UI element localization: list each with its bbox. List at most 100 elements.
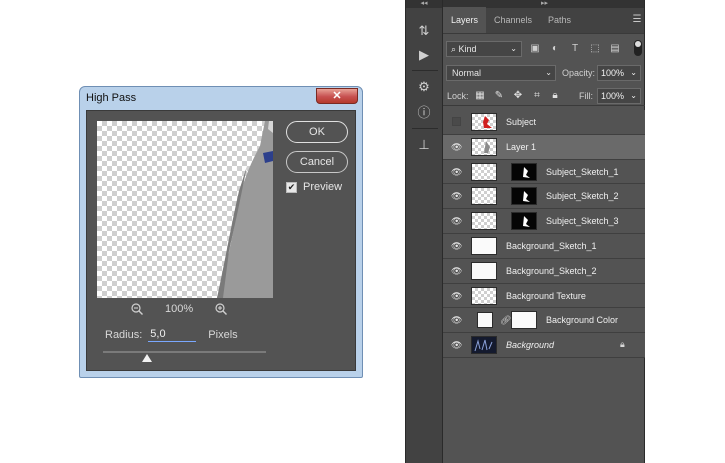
lock-artboard-icon[interactable]: ⌗ (531, 90, 543, 102)
eye-icon[interactable]: 👁︎ (451, 191, 462, 201)
adjustments-icon[interactable]: ⚙ (415, 78, 433, 96)
filter-preview[interactable] (97, 121, 273, 298)
fill-label: Fill: (579, 91, 593, 101)
layer-mask-thumbnail (511, 162, 537, 181)
layer-row[interactable]: 👁︎ Background_Sketch_2 (443, 258, 645, 284)
chevron-down-icon: ⌄ (630, 91, 637, 100)
layer-row[interactable]: 👁︎ Subject_Sketch_2 (443, 184, 645, 210)
radius-slider-thumb[interactable] (142, 354, 152, 362)
dialog-body: OK Cancel ✔ Preview 100% Radius: 5,0 Pix… (86, 110, 356, 371)
link-icon: 🔗︎ (500, 315, 512, 326)
layer-name: Background_Sketch_1 (506, 240, 597, 251)
layer-row[interactable]: 👁︎ Subject_Sketch_3 (443, 209, 645, 234)
layer-name: Layer 1 (506, 141, 537, 152)
image-filter-icon[interactable]: ▣ (529, 43, 541, 55)
lock-pixels-icon[interactable]: ✎ (493, 90, 505, 102)
eye-icon[interactable]: 👁︎ (451, 142, 462, 152)
background-thumbnail-image (474, 339, 493, 352)
preview-image (217, 121, 273, 298)
eye-icon[interactable]: 👁︎ (451, 266, 462, 276)
radius-slider-track[interactable] (103, 351, 266, 353)
smart-object-filter-icon[interactable]: ▤ (609, 43, 621, 55)
layer-row[interactable]: 👁︎ Background_Sketch_1 (443, 233, 645, 259)
visibility-toggle[interactable] (452, 117, 461, 126)
layer-name: Background Color (546, 315, 619, 326)
play-icon[interactable]: ▶ (415, 46, 433, 64)
panel-tabs: Layers Channels Paths ☰ (443, 7, 644, 34)
tab-layers[interactable]: Layers (443, 7, 487, 33)
eye-icon[interactable]: 👁︎ (451, 241, 462, 251)
preview-checkbox[interactable]: ✔ Preview (286, 181, 342, 193)
filter-kind-value: Kind (458, 44, 477, 54)
eye-icon[interactable]: 👁︎ (451, 167, 462, 177)
lock-transparency-icon[interactable]: ▦ (474, 90, 486, 102)
layer-name: Subject_Sketch_3 (546, 216, 619, 227)
close-button[interactable]: ✕ (316, 88, 358, 104)
lock-label: Lock: (447, 91, 469, 101)
filter-row: ⌕ Kind ⌄ ▣ ◐ T ⬚ ▤ (443, 39, 645, 59)
layer1-thumbnail-image (484, 140, 490, 153)
chevron-down-icon: ⌄ (630, 68, 637, 77)
ok-button[interactable]: OK (286, 121, 348, 143)
tab-channels[interactable]: Channels (486, 7, 540, 33)
preview-label: Preview (303, 181, 343, 193)
layer-thumbnail (471, 162, 497, 181)
eye-icon[interactable]: 👁︎ (451, 340, 462, 350)
layer-name: Subject (506, 117, 537, 127)
cancel-button[interactable]: Cancel (286, 151, 348, 173)
radius-input[interactable] (148, 327, 197, 342)
eye-icon[interactable]: 👁︎ (451, 291, 462, 301)
panel-menu-icon[interactable]: ☰ (630, 7, 644, 33)
layer-row[interactable]: 👁︎ 🔗︎ Background Color (443, 308, 645, 334)
layer-row[interactable]: 👁︎ Background Texture (443, 283, 645, 309)
high-pass-dialog: High Pass ✕ OK Cancel ✔ Preview 100% Rad… (79, 86, 363, 378)
lock-position-icon[interactable]: ✥ (512, 90, 524, 102)
chevron-down-icon: ⌄ (545, 68, 552, 77)
tab-paths[interactable]: Paths (540, 7, 579, 33)
layers-panel: ▸▸ Layers Channels Paths ☰ ⌕ Kind ⌄ ▣ ◐ … (443, 0, 645, 463)
lock-all-icon[interactable]: 🔒︎ (549, 90, 561, 102)
radius-row: Radius: Pixels (105, 327, 238, 342)
dialog-title: High Pass (86, 92, 137, 104)
filter-kind-select[interactable]: ⌕ Kind ⌄ (446, 41, 522, 57)
fill-field[interactable]: 100% ⌄ (597, 88, 641, 104)
filter-toggle[interactable] (634, 40, 642, 56)
blend-mode-select[interactable]: Normal ⌄ (446, 65, 556, 81)
eye-icon[interactable]: 👁︎ (451, 315, 462, 325)
layer-name: Subject_Sketch_2 (546, 191, 619, 202)
lock-icon: 🔒︎ (620, 339, 625, 350)
layer-row[interactable]: 👁︎ Background 🔒︎ (443, 333, 645, 358)
clone-source-icon[interactable]: ⊥ (415, 136, 433, 154)
radius-unit: Pixels (208, 328, 238, 341)
layer-list: Subject 👁︎ Layer 1 👁︎ Subject_Sketch_1 👁… (443, 110, 645, 358)
blend-mode-value: Normal (452, 68, 482, 78)
layer-thumbnail (471, 286, 497, 305)
page: High Pass ✕ OK Cancel ✔ Preview 100% Rad… (0, 0, 725, 463)
collapse-icon[interactable]: ◂◂ (406, 0, 442, 8)
layer-thumbnail (471, 336, 497, 355)
radius-label: Radius: (105, 328, 143, 341)
shape-filter-icon[interactable]: ⬚ (589, 43, 601, 55)
fill-layer-thumbnail (477, 312, 493, 329)
history-brush-icon[interactable]: ⇅ (415, 22, 433, 40)
eye-icon[interactable]: 👁︎ (451, 216, 462, 226)
opacity-value: 100% (601, 68, 625, 78)
adjustment-filter-icon[interactable]: ◐ (549, 43, 561, 55)
layer-row[interactable]: 👁︎ Subject_Sketch_1 (443, 159, 645, 185)
info-icon[interactable]: ⓘ (415, 104, 433, 122)
opacity-label: Opacity: (562, 68, 596, 78)
layer-thumbnail (471, 137, 497, 156)
layer-row-selected[interactable]: 👁︎ Layer 1 (443, 134, 645, 160)
layer-thumbnail (471, 212, 497, 231)
opacity-field[interactable]: 100% ⌄ (597, 65, 641, 81)
mask-image (523, 191, 530, 203)
layer-name: Background_Sketch_2 (506, 265, 597, 276)
zoom-in-icon[interactable] (215, 303, 228, 315)
tool-strip: ◂◂ ⇅ ▶ ⚙ ⓘ ⊥ (405, 0, 443, 463)
layer-name: Subject_Sketch_1 (546, 166, 619, 177)
type-filter-icon[interactable]: T (569, 43, 581, 55)
layer-row[interactable]: Subject (443, 110, 645, 135)
layer-mask-thumbnail (511, 212, 537, 231)
check-icon: ✔ (286, 181, 297, 193)
zoom-out-icon[interactable] (131, 303, 143, 315)
